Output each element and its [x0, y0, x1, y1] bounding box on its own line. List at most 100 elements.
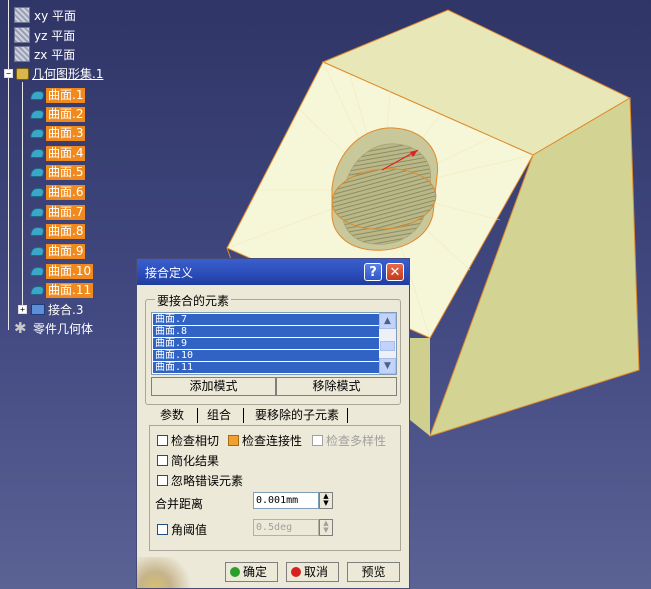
surface-icon — [30, 206, 44, 218]
surface-icon — [30, 127, 44, 139]
tree-label: yz 平面 — [34, 28, 76, 43]
tree-label: 接合.3 — [48, 302, 84, 317]
surface-icon — [30, 166, 44, 178]
tree-item-surface[interactable]: 曲面.6 — [30, 183, 86, 201]
tree-item-surface[interactable]: 曲面.3 — [30, 124, 86, 142]
tree-label: 曲面.3 — [46, 125, 86, 141]
merge-distance-label: 合并距离 — [155, 497, 204, 511]
tree-item-surface[interactable]: 曲面.9 — [30, 242, 86, 260]
angular-threshold-input[interactable]: 0.5deg — [253, 519, 319, 536]
part-body-icon — [14, 319, 30, 337]
tree-item-geometrical-set[interactable]: 几何图形集.1 — [14, 64, 103, 82]
tree-item-xy-plane[interactable]: xy 平面 — [14, 6, 76, 24]
check-connexity-label: 检查连接性 — [242, 434, 303, 448]
tree-item-surface[interactable]: 曲面.11 — [30, 281, 94, 299]
cancel-label: 取消 — [304, 565, 329, 579]
plane-icon — [14, 7, 30, 23]
angular-threshold-spinner[interactable]: ▲ ▼ — [319, 519, 333, 536]
list-item[interactable]: 曲面.9 — [153, 338, 381, 349]
angular-threshold-label: 角阈值 — [171, 523, 208, 537]
tree-label: 曲面.2 — [46, 106, 86, 122]
surface-icon — [30, 89, 44, 101]
join-icon — [30, 302, 46, 316]
tree-label: 零件几何体 — [33, 321, 94, 336]
scroll-thumb[interactable] — [380, 341, 395, 351]
ignore-erroneous-label: 忽略错误元素 — [171, 474, 244, 488]
collapse-toggle[interactable]: − — [4, 69, 13, 78]
surface-icon — [30, 284, 44, 296]
elements-list[interactable]: 曲面.7 曲面.8 曲面.9 曲面.10 曲面.11 ▲ ▼ — [151, 312, 397, 375]
tree-label: 曲面.10 — [46, 263, 94, 279]
tree-label: 曲面.7 — [46, 204, 86, 220]
surface-icon — [30, 147, 44, 159]
tree-item-zx-plane[interactable]: zx 平面 — [14, 45, 75, 63]
scroll-down-icon[interactable]: ▼ — [379, 358, 396, 374]
tree-item-yz-plane[interactable]: yz 平面 — [14, 26, 75, 44]
tab-parameters[interactable]: 参数 — [153, 405, 191, 425]
dialog-titlebar[interactable]: 接合定义 ? ✕ — [137, 259, 409, 285]
plane-icon — [14, 46, 30, 62]
tree-label: 曲面.4 — [46, 145, 86, 161]
ok-icon — [230, 567, 240, 577]
ok-button[interactable]: 确定 — [225, 562, 278, 582]
check-manifold-label: 检查多样性 — [326, 434, 387, 448]
tree-item-part-body[interactable]: 零件几何体 — [14, 319, 93, 337]
specification-tree[interactable]: xy 平面 yz 平面 zx 平面 − 几何图形集.1 曲面.1 曲面.2 曲面… — [0, 0, 140, 340]
tree-item-surface[interactable]: 曲面.2 — [30, 105, 86, 123]
plane-icon — [14, 27, 30, 43]
cancel-button[interactable]: 取消 — [286, 562, 339, 582]
simplify-result-label: 简化结果 — [171, 454, 220, 468]
tree-item-surface[interactable]: 曲面.5 — [30, 163, 86, 181]
tree-label: 曲面.5 — [46, 164, 86, 180]
add-mode-button[interactable]: 添加模式 — [151, 377, 276, 396]
tree-label: xy 平面 — [34, 8, 77, 23]
list-item[interactable]: 曲面.10 — [153, 350, 381, 361]
tree-label: zx 平面 — [34, 47, 76, 62]
simplify-result-checkbox[interactable] — [157, 455, 168, 466]
merge-distance-input[interactable]: 0.001mm — [253, 492, 319, 509]
tree-label: 几何图形集.1 — [32, 66, 104, 81]
ignore-erroneous-checkbox[interactable] — [157, 475, 168, 486]
elements-group-label: 要接合的元素 — [155, 292, 232, 309]
list-item[interactable]: 曲面.7 — [153, 314, 381, 325]
tree-label: 曲面.1 — [46, 87, 86, 103]
tree-label: 曲面.8 — [46, 223, 86, 239]
check-tangency-label: 检查相切 — [171, 434, 220, 448]
tree-label: 曲面.11 — [46, 282, 94, 298]
list-scrollbar[interactable]: ▲ ▼ — [379, 313, 396, 374]
check-tangency-checkbox[interactable] — [157, 435, 168, 446]
tree-item-surface[interactable]: 曲面.10 — [30, 262, 94, 280]
geometrical-set-icon — [14, 65, 30, 81]
surface-icon — [30, 186, 44, 198]
preview-button[interactable]: 预览 — [347, 562, 400, 582]
angular-threshold-checkbox[interactable] — [157, 524, 168, 535]
close-button[interactable]: ✕ — [386, 263, 404, 281]
merge-distance-spinner[interactable]: ▲ ▼ — [319, 492, 333, 509]
remove-mode-button[interactable]: 移除模式 — [276, 377, 397, 396]
tree-item-surface[interactable]: 曲面.7 — [30, 203, 86, 221]
tree-label: 曲面.9 — [46, 243, 86, 259]
list-item[interactable]: 曲面.11 — [153, 362, 381, 373]
ok-label: 确定 — [243, 565, 268, 579]
tree-item-surface[interactable]: 曲面.8 — [30, 222, 86, 240]
tab-sub-elements-to-remove[interactable]: 要移除的子元素 — [248, 405, 346, 425]
join-definition-dialog: 接合定义 ? ✕ 要接合的元素 曲面.7 曲面.8 曲面.9 曲面.10 曲面.… — [136, 258, 410, 589]
catia-logo — [137, 557, 197, 588]
surface-icon — [30, 108, 44, 120]
tree-item-surface[interactable]: 曲面.4 — [30, 144, 86, 162]
surface-icon — [30, 245, 44, 257]
tree-label: 曲面.6 — [46, 184, 86, 200]
surface-icon — [30, 265, 44, 277]
cancel-icon — [291, 567, 301, 577]
tree-item-surface[interactable]: 曲面.1 — [30, 86, 86, 104]
tab-combine[interactable]: 组合 — [201, 405, 237, 425]
surface-icon — [30, 225, 44, 237]
tree-item-join[interactable]: 接合.3 — [30, 300, 83, 318]
check-connexity-checkbox[interactable] — [228, 435, 239, 446]
help-button[interactable]: ? — [364, 263, 382, 281]
scroll-up-icon[interactable]: ▲ — [379, 313, 396, 329]
expand-toggle[interactable]: + — [18, 305, 27, 314]
check-manifold-checkbox[interactable] — [312, 435, 323, 446]
list-item[interactable]: 曲面.8 — [153, 326, 381, 337]
dialog-title: 接合定义 — [145, 266, 194, 280]
